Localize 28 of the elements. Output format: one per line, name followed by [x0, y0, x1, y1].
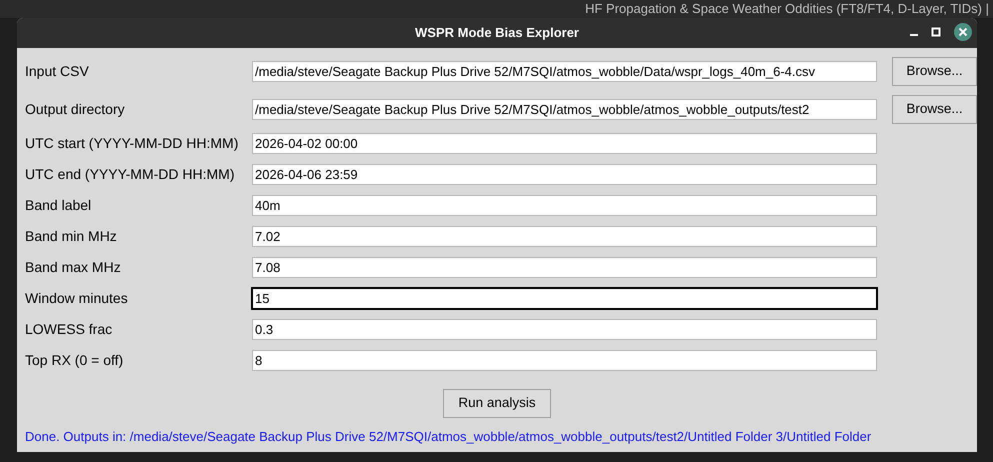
input-field[interactable]: 2026-04-06 23:59: [252, 164, 877, 185]
input-field[interactable]: 15: [252, 288, 877, 309]
browse-button[interactable]: Browse...: [892, 94, 977, 124]
input-field[interactable]: 7.02: [252, 226, 877, 247]
input-field[interactable]: 2026-04-02 00:00: [252, 133, 877, 154]
field-label: Band min MHz: [25, 227, 118, 246]
field-label: Top RX (0 = off): [25, 351, 124, 370]
status-message: Done. Outputs in: /media/steve/Seagate Backup Plus Drive 52/M7SQI/atmos_wobble/atmos_wobble_outputs/test2/Untitled Folder 3/Untitled Folder: [25, 428, 872, 446]
field-label: UTC start (YYYY-MM-DD HH:MM): [25, 134, 240, 153]
maximize-icon[interactable]: [931, 27, 941, 37]
input-field[interactable]: 7.08: [252, 257, 877, 278]
field-label: LOWESS frac: [25, 320, 114, 339]
field-label: UTC end (YYYY-MM-DD HH:MM): [25, 165, 236, 184]
input-field[interactable]: 40m: [252, 195, 877, 216]
field-label: Output directory: [25, 100, 126, 119]
field-label: Window minutes: [25, 289, 129, 308]
input-field[interactable]: 0.3: [252, 319, 877, 340]
background-window-title: HF Propagation & Space Weather Oddities (FT8/FT4, D-Layer, TIDs) |: [585, 0, 989, 18]
input-field[interactable]: /media/steve/Seagate Backup Plus Drive 52/M7SQI/atmos_wobble/atmos_wobble_outputs/test2: [252, 98, 877, 120]
input-field[interactable]: 8: [252, 350, 877, 371]
window-title: WSPR Mode Bias Explorer: [415, 24, 579, 42]
field-label: Input CSV: [25, 62, 90, 81]
field-label: Band label: [25, 196, 92, 215]
input-field[interactable]: /media/steve/Seagate Backup Plus Drive 52/M7SQI/atmos_wobble/Data/wspr_logs_40m_6-4.csv: [252, 60, 877, 82]
field-label: Band max MHz: [25, 258, 122, 277]
close-icon[interactable]: [953, 22, 973, 42]
browse-button[interactable]: Browse...: [892, 56, 977, 86]
run-analysis-button[interactable]: Run analysis: [443, 389, 551, 418]
